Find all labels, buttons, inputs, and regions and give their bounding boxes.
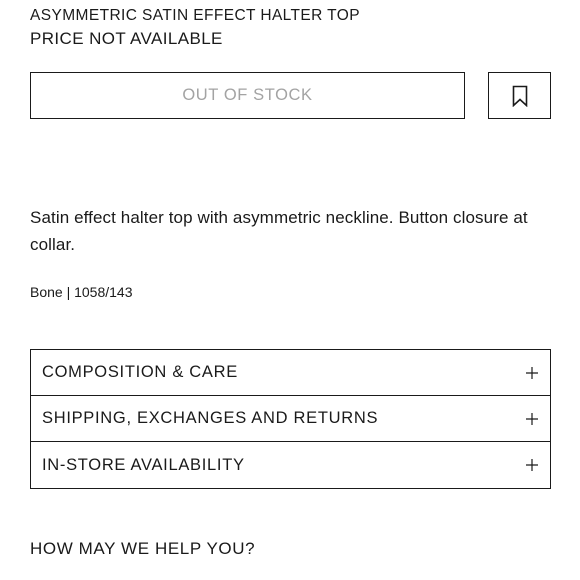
accordion-in-store-availability[interactable]: IN-STORE AVAILABILITY (31, 442, 550, 488)
accordion-composition-care[interactable]: COMPOSITION & CARE (31, 350, 550, 396)
product-description: Satin effect halter top with asymmetric … (30, 208, 528, 254)
accordion-label: COMPOSITION & CARE (42, 363, 238, 381)
accordion-label: IN-STORE AVAILABILITY (42, 455, 245, 474)
product-color-reference: Bone | 1058/143 (30, 284, 133, 300)
accordion-label: SHIPPING, EXCHANGES AND RETURNS (42, 409, 379, 427)
product-info-accordion: COMPOSITION & CARE SHIPPING, EXCHANGES A… (30, 349, 551, 489)
out-of-stock-button[interactable]: OUT OF STOCK (30, 72, 465, 119)
plus-icon (526, 459, 538, 471)
accordion-shipping-returns[interactable]: SHIPPING, EXCHANGES AND RETURNS (31, 396, 550, 442)
product-price: PRICE NOT AVAILABLE (30, 29, 223, 48)
out-of-stock-label: OUT OF STOCK (182, 86, 313, 104)
help-heading: HOW MAY WE HELP YOU? (30, 539, 256, 558)
product-title: ASYMMETRIC SATIN EFFECT HALTER TOP (30, 7, 360, 24)
bookmark-button[interactable] (488, 72, 551, 119)
bookmark-icon (512, 85, 528, 107)
plus-icon (526, 366, 538, 379)
plus-icon (526, 412, 538, 425)
